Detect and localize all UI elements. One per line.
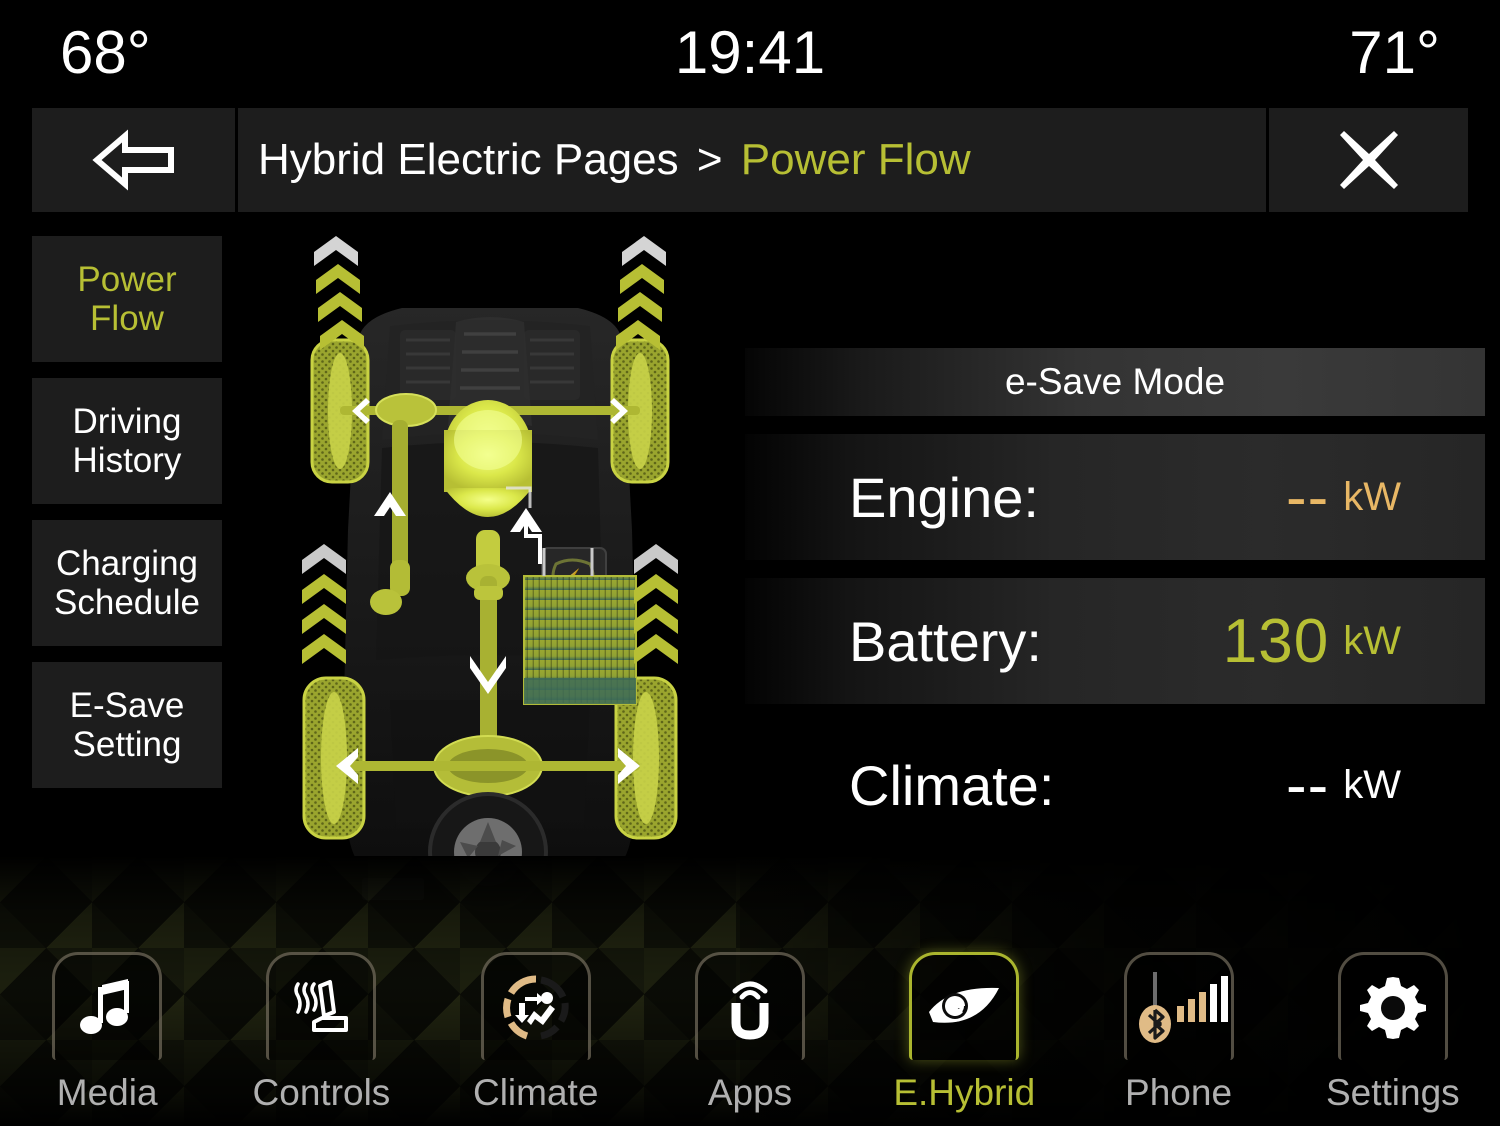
gear-icon bbox=[1359, 975, 1426, 1041]
sidebar-label-line2: History bbox=[72, 441, 182, 480]
breadcrumb-current: Power Flow bbox=[740, 135, 971, 184]
sidebar-item-driving-history[interactable]: Driving History bbox=[32, 378, 222, 504]
nav-tile-phone[interactable] bbox=[1123, 952, 1234, 1060]
breadcrumb-root[interactable]: Hybrid Electric Pages bbox=[258, 135, 679, 184]
nav-tile-ehybrid[interactable] bbox=[909, 952, 1020, 1060]
breadcrumb-separator: > bbox=[696, 135, 723, 184]
nav-tile-controls[interactable] bbox=[266, 952, 377, 1060]
infotainment-screen: 68° 19:41 71° Hybrid Electric Pages > Po… bbox=[0, 0, 1500, 1126]
engine-label: Engine: bbox=[849, 465, 1039, 529]
sidebar-label-line1: Power bbox=[77, 259, 177, 299]
sidebar-label-line2: Setting bbox=[72, 725, 182, 764]
sidebar-label-line1: E-Save bbox=[69, 685, 185, 725]
status-bar: 68° 19:41 71° bbox=[0, 0, 1500, 105]
back-arrow-icon bbox=[91, 129, 177, 191]
nav-item-apps[interactable]: Apps bbox=[643, 940, 857, 1126]
ehybrid-leaf-icon bbox=[925, 982, 1003, 1034]
nav-item-controls[interactable]: Controls bbox=[214, 940, 428, 1126]
nav-item-phone[interactable]: Phone bbox=[1071, 940, 1285, 1126]
arrow-front-left-forward bbox=[314, 236, 364, 350]
metric-row-engine: Engine: -- kW bbox=[745, 434, 1485, 560]
nav-item-ehybrid[interactable]: E.Hybrid bbox=[857, 940, 1071, 1126]
nav-tile-apps[interactable] bbox=[694, 952, 805, 1060]
nav-label-climate: Climate bbox=[472, 1072, 599, 1113]
arrow-rear-right-forward bbox=[634, 544, 678, 664]
close-button[interactable] bbox=[1269, 108, 1468, 212]
metric-row-battery: Battery: 130 kW bbox=[745, 578, 1485, 704]
battery-value: 130 bbox=[1222, 606, 1330, 676]
breadcrumb[interactable]: Hybrid Electric Pages > Power Flow bbox=[238, 108, 1266, 212]
nav-label-apps: Apps bbox=[707, 1072, 793, 1113]
heated-seat-icon bbox=[288, 978, 354, 1038]
sidebar-label-line1: Driving bbox=[72, 401, 182, 441]
back-button[interactable] bbox=[32, 108, 235, 212]
battery-label: Battery: bbox=[849, 609, 1042, 673]
climate-value: -- bbox=[1285, 750, 1330, 820]
metric-row-climate: Climate: -- kW bbox=[745, 722, 1485, 848]
sidebar-item-e-save-setting[interactable]: E-Save Setting bbox=[32, 662, 222, 788]
climate-seat-icon bbox=[502, 974, 569, 1041]
nav-item-media[interactable]: Media bbox=[0, 940, 214, 1126]
sidebar-label-line2: Schedule bbox=[54, 583, 200, 622]
close-x-icon bbox=[1338, 129, 1400, 191]
nav-label-settings: Settings bbox=[1325, 1072, 1460, 1113]
e-save-mode-row[interactable]: e-Save Mode bbox=[745, 348, 1485, 416]
nav-label-phone: Phone bbox=[1125, 1072, 1233, 1113]
nav-item-settings[interactable]: Settings bbox=[1286, 940, 1500, 1126]
arrow-rear-left-forward bbox=[302, 544, 346, 664]
sidebar-label-line2: Flow bbox=[90, 299, 164, 338]
engine-unit: kW bbox=[1343, 474, 1401, 519]
title-bar: Hybrid Electric Pages > Power Flow bbox=[32, 108, 1468, 212]
nav-tile-settings[interactable] bbox=[1337, 952, 1448, 1060]
sidebar: Power Flow Driving History Charging Sche… bbox=[32, 236, 222, 804]
bottom-nav-bar: Media Controls Climate Apps E.Hybrid Pho… bbox=[0, 940, 1500, 1126]
nav-tile-media[interactable] bbox=[52, 952, 163, 1060]
battery-unit: kW bbox=[1343, 618, 1401, 663]
climate-label: Climate: bbox=[849, 753, 1055, 817]
nav-item-climate[interactable]: Climate bbox=[429, 940, 643, 1126]
sidebar-item-power-flow[interactable]: Power Flow bbox=[32, 236, 222, 362]
uconnect-icon bbox=[722, 975, 778, 1041]
e-save-mode-label: e-Save Mode bbox=[1004, 361, 1226, 402]
music-note-icon bbox=[80, 977, 134, 1039]
nav-label-media: Media bbox=[56, 1072, 158, 1113]
sidebar-item-charging-schedule[interactable]: Charging Schedule bbox=[32, 520, 222, 646]
nav-label-controls: Controls bbox=[252, 1072, 391, 1113]
signal-bars-icon bbox=[1133, 970, 1228, 1046]
sidebar-label-line1: Charging bbox=[55, 543, 199, 583]
vehicle-power-flow-diagram[interactable]: ⚡ bbox=[240, 230, 740, 930]
power-data-panel: e-Save Mode Engine: -- kW Battery: 130 k… bbox=[745, 348, 1485, 866]
arrow-front-right-forward bbox=[616, 236, 666, 350]
cabin-temp-right: 71° bbox=[1349, 19, 1440, 86]
clock: 19:41 bbox=[674, 19, 826, 86]
nav-label-ehybrid: E.Hybrid bbox=[893, 1072, 1036, 1113]
nav-tile-climate[interactable] bbox=[480, 952, 591, 1060]
climate-unit: kW bbox=[1343, 762, 1401, 807]
engine-value: -- bbox=[1285, 462, 1330, 532]
